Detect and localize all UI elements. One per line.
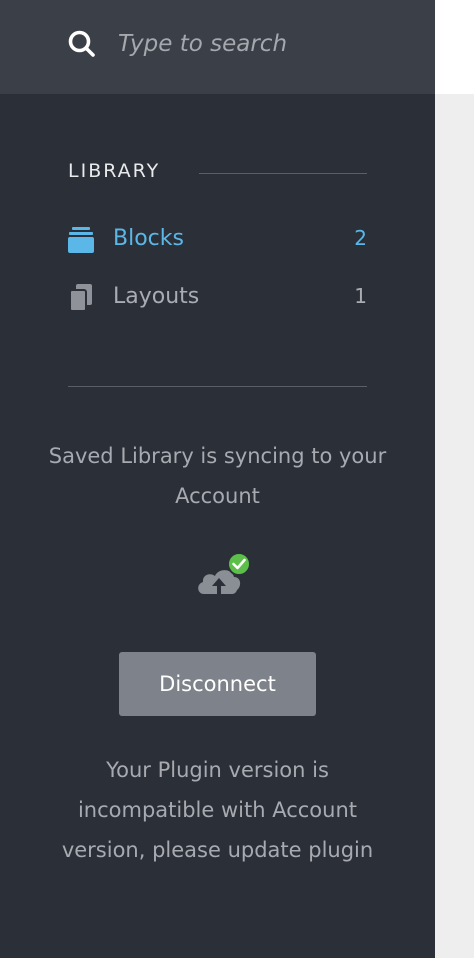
sync-status-text: Saved Library is syncing to your Account [48,444,387,508]
library-item-blocks[interactable]: Blocks 2 [66,220,369,260]
version-warning-text: Your Plugin version is incompatible with… [61,758,374,862]
library-item-count: 2 [354,226,367,250]
library-item-label: Blocks [113,226,184,251]
library-sidebar: LIBRARY Blocks 2 Layouts 1 Saved Library… [0,0,435,958]
disconnect-button[interactable]: Disconnect [119,652,316,716]
library-item-count: 1 [354,284,367,308]
library-section-title: LIBRARY [68,160,161,182]
search-bar [0,0,435,94]
cloud-upload-check-icon [198,552,251,594]
layouts-icon [69,284,92,312]
library-item-label: Layouts [113,284,200,309]
search-icon[interactable] [66,28,98,60]
library-item-layouts[interactable]: Layouts 1 [66,278,369,318]
blocks-icon [68,227,94,253]
search-input[interactable] [118,24,408,64]
content-panel [435,94,474,958]
section-divider [68,386,367,387]
section-title-divider [199,173,367,174]
